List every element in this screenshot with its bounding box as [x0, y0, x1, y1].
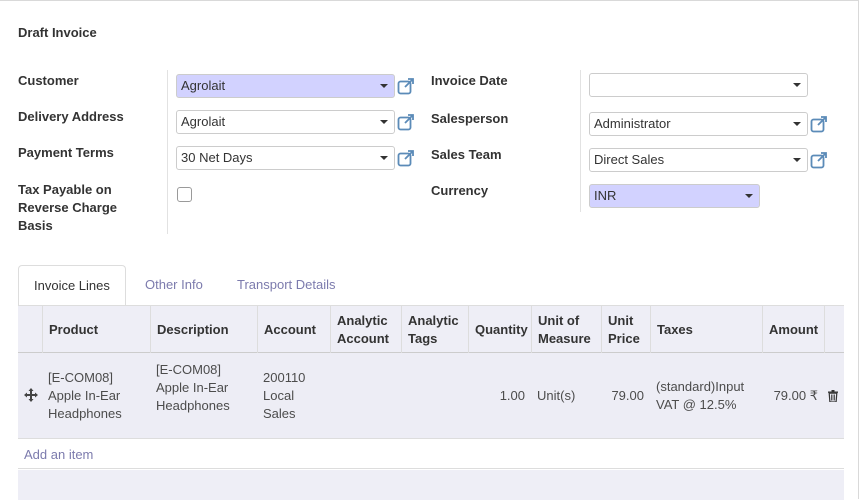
customer-value: Agrolait — [181, 78, 226, 93]
chevron-down-icon — [380, 120, 388, 124]
col-amount[interactable]: Amount — [762, 306, 824, 353]
payment-terms-value: 30 Net Days — [181, 150, 253, 165]
currency-value: INR — [594, 188, 617, 203]
delivery-address-label: Delivery Address — [18, 109, 124, 124]
col-unit-price[interactable]: Unit Price — [601, 306, 650, 353]
cell-account[interactable]: 200110 Local Sales — [257, 353, 330, 439]
cell-quantity[interactable]: 1.00 — [468, 353, 531, 439]
tab-other-info[interactable]: Other Info — [130, 265, 218, 306]
chevron-down-icon — [793, 122, 801, 126]
delivery-address-value: Agrolait — [181, 114, 226, 129]
cell-unit-price[interactable]: 79.00 — [601, 353, 650, 439]
drag-handle-icon[interactable] — [24, 388, 38, 402]
cell-product[interactable]: [E-COM08] Apple In-Ear Headphones — [42, 353, 150, 439]
chevron-down-icon — [793, 158, 801, 162]
table-footer — [18, 470, 844, 500]
invoice-date-input[interactable] — [589, 73, 808, 97]
chevron-down-icon — [380, 84, 388, 88]
col-description[interactable]: Description — [150, 306, 257, 353]
salesperson-value: Administrator — [594, 116, 671, 131]
page-title: Draft Invoice — [18, 25, 97, 40]
payment-terms-label: Payment Terms — [18, 145, 114, 160]
salesperson-label: Salesperson — [431, 111, 509, 126]
currency-select[interactable]: INR — [589, 184, 760, 208]
cell-amount[interactable]: 79.00 ₹ — [762, 353, 824, 439]
chevron-down-icon — [380, 156, 388, 160]
payment-terms-select[interactable]: 30 Net Days — [176, 146, 395, 170]
cell-taxes[interactable]: (standard)Input VAT @ 12.5% — [650, 353, 762, 439]
column-divider — [167, 70, 168, 234]
col-analytic-tags[interactable]: Analytic Tags — [401, 306, 468, 353]
col-product[interactable]: Product — [42, 306, 150, 353]
table-header: Product Description Account Analytic Acc… — [18, 305, 844, 353]
trash-icon[interactable] — [828, 390, 838, 402]
col-analytic-account[interactable]: Analytic Account — [330, 306, 401, 353]
add-item-row: Add an item — [18, 439, 844, 469]
external-link-icon[interactable] — [397, 149, 415, 167]
external-link-icon[interactable] — [397, 113, 415, 131]
cell-analytic-account[interactable] — [330, 353, 401, 439]
external-link-icon[interactable] — [810, 115, 828, 133]
col-taxes[interactable]: Taxes — [650, 306, 762, 353]
col-actions — [824, 306, 844, 353]
invoice-date-label: Invoice Date — [431, 73, 508, 88]
tab-transport-details[interactable]: Transport Details — [222, 265, 351, 306]
tab-invoice-lines[interactable]: Invoice Lines — [18, 265, 126, 307]
table-row[interactable]: [E-COM08] Apple In-Ear Headphones [E-COM… — [18, 353, 844, 439]
tax-payable-label: Tax Payable on Reverse Charge Basis — [18, 182, 117, 233]
col-unit-of-measure[interactable]: Unit of Measure — [531, 306, 601, 353]
customer-select[interactable]: Agrolait — [176, 74, 395, 98]
cell-description[interactable]: [E-COM08] Apple In-Ear Headphones — [150, 353, 257, 439]
customer-label: Customer — [18, 73, 79, 88]
delivery-address-select[interactable]: Agrolait — [176, 110, 395, 134]
chevron-down-icon — [745, 194, 753, 198]
sales-team-value: Direct Sales — [594, 152, 665, 167]
notebook-tabs: Invoice Lines Other Info Transport Detai… — [18, 265, 844, 307]
chevron-down-icon — [793, 83, 801, 87]
salesperson-select[interactable]: Administrator — [589, 112, 808, 136]
sales-team-label: Sales Team — [431, 147, 502, 162]
column-divider — [580, 70, 581, 212]
external-link-icon[interactable] — [810, 151, 828, 169]
currency-label: Currency — [431, 183, 489, 198]
tax-payable-checkbox[interactable] — [177, 187, 192, 202]
col-account[interactable]: Account — [257, 306, 330, 353]
add-item-link[interactable]: Add an item — [24, 447, 93, 462]
sales-team-select[interactable]: Direct Sales — [589, 148, 808, 172]
cell-analytic-tags[interactable] — [401, 353, 468, 439]
col-quantity[interactable]: Quantity — [468, 306, 531, 353]
external-link-icon[interactable] — [397, 77, 415, 95]
cell-unit-of-measure[interactable]: Unit(s) — [531, 353, 601, 439]
